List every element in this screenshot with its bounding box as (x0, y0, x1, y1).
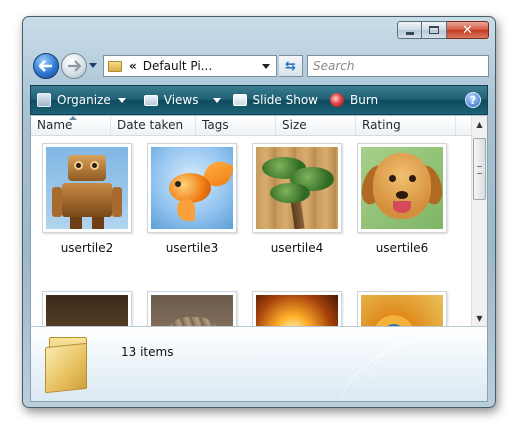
file-tile[interactable] (41, 291, 133, 326)
views-icon (143, 94, 158, 106)
recent-pages-dropdown[interactable] (89, 63, 97, 68)
file-name: usertile4 (270, 241, 324, 255)
robot-image (46, 147, 128, 229)
chevron-down-icon (117, 97, 126, 103)
chevron-down-icon (212, 97, 221, 103)
file-tile[interactable] (251, 291, 343, 326)
maximize-icon (429, 26, 439, 34)
folder-icon (108, 60, 122, 72)
column-header-size[interactable]: Size (276, 116, 356, 135)
column-header-tags[interactable]: Tags (196, 116, 276, 135)
command-bar: Organize Views Slide Show Burn ? (30, 85, 488, 115)
slideshow-button[interactable]: Slide Show (227, 86, 324, 114)
thumbnail (357, 143, 447, 233)
column-header-date-taken[interactable]: Date taken (111, 116, 196, 135)
thumbnail (147, 291, 237, 326)
search-input[interactable]: Search (307, 55, 489, 77)
file-name: usertile3 (165, 241, 219, 255)
file-tile[interactable]: usertile3 (146, 143, 238, 255)
organize-label: Organize (57, 93, 111, 107)
views-menu[interactable]: Views (138, 86, 227, 114)
burn-button[interactable]: Burn (324, 86, 384, 114)
details-pane: 13 items (30, 326, 488, 402)
thumbnail (147, 143, 237, 233)
vertical-scrollbar[interactable]: ▲ ▼ (471, 116, 487, 326)
burn-label: Burn (349, 93, 379, 107)
file-tile[interactable]: usertile2 (41, 143, 133, 255)
puppy-image (361, 147, 443, 229)
organize-menu[interactable]: Organize (31, 86, 132, 114)
help-button[interactable]: ? (465, 92, 481, 108)
back-button[interactable] (33, 53, 59, 79)
address-dropdown-icon[interactable] (262, 63, 270, 69)
thumbnail (42, 291, 132, 326)
glow-image (256, 295, 338, 326)
slideshow-label: Slide Show (252, 93, 318, 107)
thumbnail (357, 291, 447, 326)
chess-image (46, 295, 128, 326)
file-tile[interactable]: usertile4 (251, 143, 343, 255)
thumbnail (252, 291, 342, 326)
breadcrumb-path[interactable]: Default Pi... (143, 59, 262, 73)
scroll-up-icon[interactable]: ▲ (472, 116, 487, 132)
cat-image (151, 295, 233, 326)
burn-disc-icon (329, 93, 344, 107)
close-button[interactable]: ✕ (447, 21, 489, 39)
file-name: usertile6 (375, 241, 429, 255)
refresh-button[interactable]: ⇆ (279, 55, 303, 77)
item-count: 13 items (121, 345, 174, 359)
thumbnail (42, 143, 132, 233)
column-header-name[interactable]: Name (31, 116, 111, 135)
views-label: Views (163, 93, 199, 107)
column-headers: Name Date taken Tags Size Rating (31, 116, 473, 136)
close-icon: ✕ (462, 22, 473, 38)
minimize-icon (405, 31, 414, 35)
forward-arrow-icon (68, 60, 81, 72)
folder-icon (43, 335, 91, 394)
file-tile[interactable] (356, 291, 448, 326)
refresh-icon: ⇆ (285, 58, 296, 74)
goldfish-image (151, 147, 233, 229)
explorer-window: ✕ « Default Pi... ⇆ Search Organize View… (22, 16, 496, 408)
swirl-image (361, 295, 443, 326)
breadcrumb-overflow[interactable]: « (129, 59, 137, 73)
address-bar[interactable]: « Default Pi... (103, 55, 277, 77)
file-list: Name Date taken Tags Size Rating usertil… (30, 116, 488, 326)
organize-icon (37, 93, 51, 107)
forward-button[interactable] (61, 53, 87, 79)
maximize-button[interactable] (422, 21, 447, 39)
file-tile[interactable] (146, 291, 238, 326)
scroll-down-icon[interactable]: ▼ (472, 310, 487, 326)
column-header-rating[interactable]: Rating (356, 116, 456, 135)
file-tile[interactable]: usertile6 (356, 143, 448, 255)
thumbnail (252, 143, 342, 233)
sort-ascending-icon (69, 116, 77, 120)
bonsai-image (256, 147, 338, 229)
minimize-button[interactable] (397, 21, 422, 39)
projector-screen-icon (232, 94, 247, 106)
scroll-thumb[interactable] (473, 138, 486, 200)
back-arrow-icon (39, 60, 52, 72)
file-name: usertile2 (60, 241, 114, 255)
window-controls: ✕ (397, 21, 489, 39)
